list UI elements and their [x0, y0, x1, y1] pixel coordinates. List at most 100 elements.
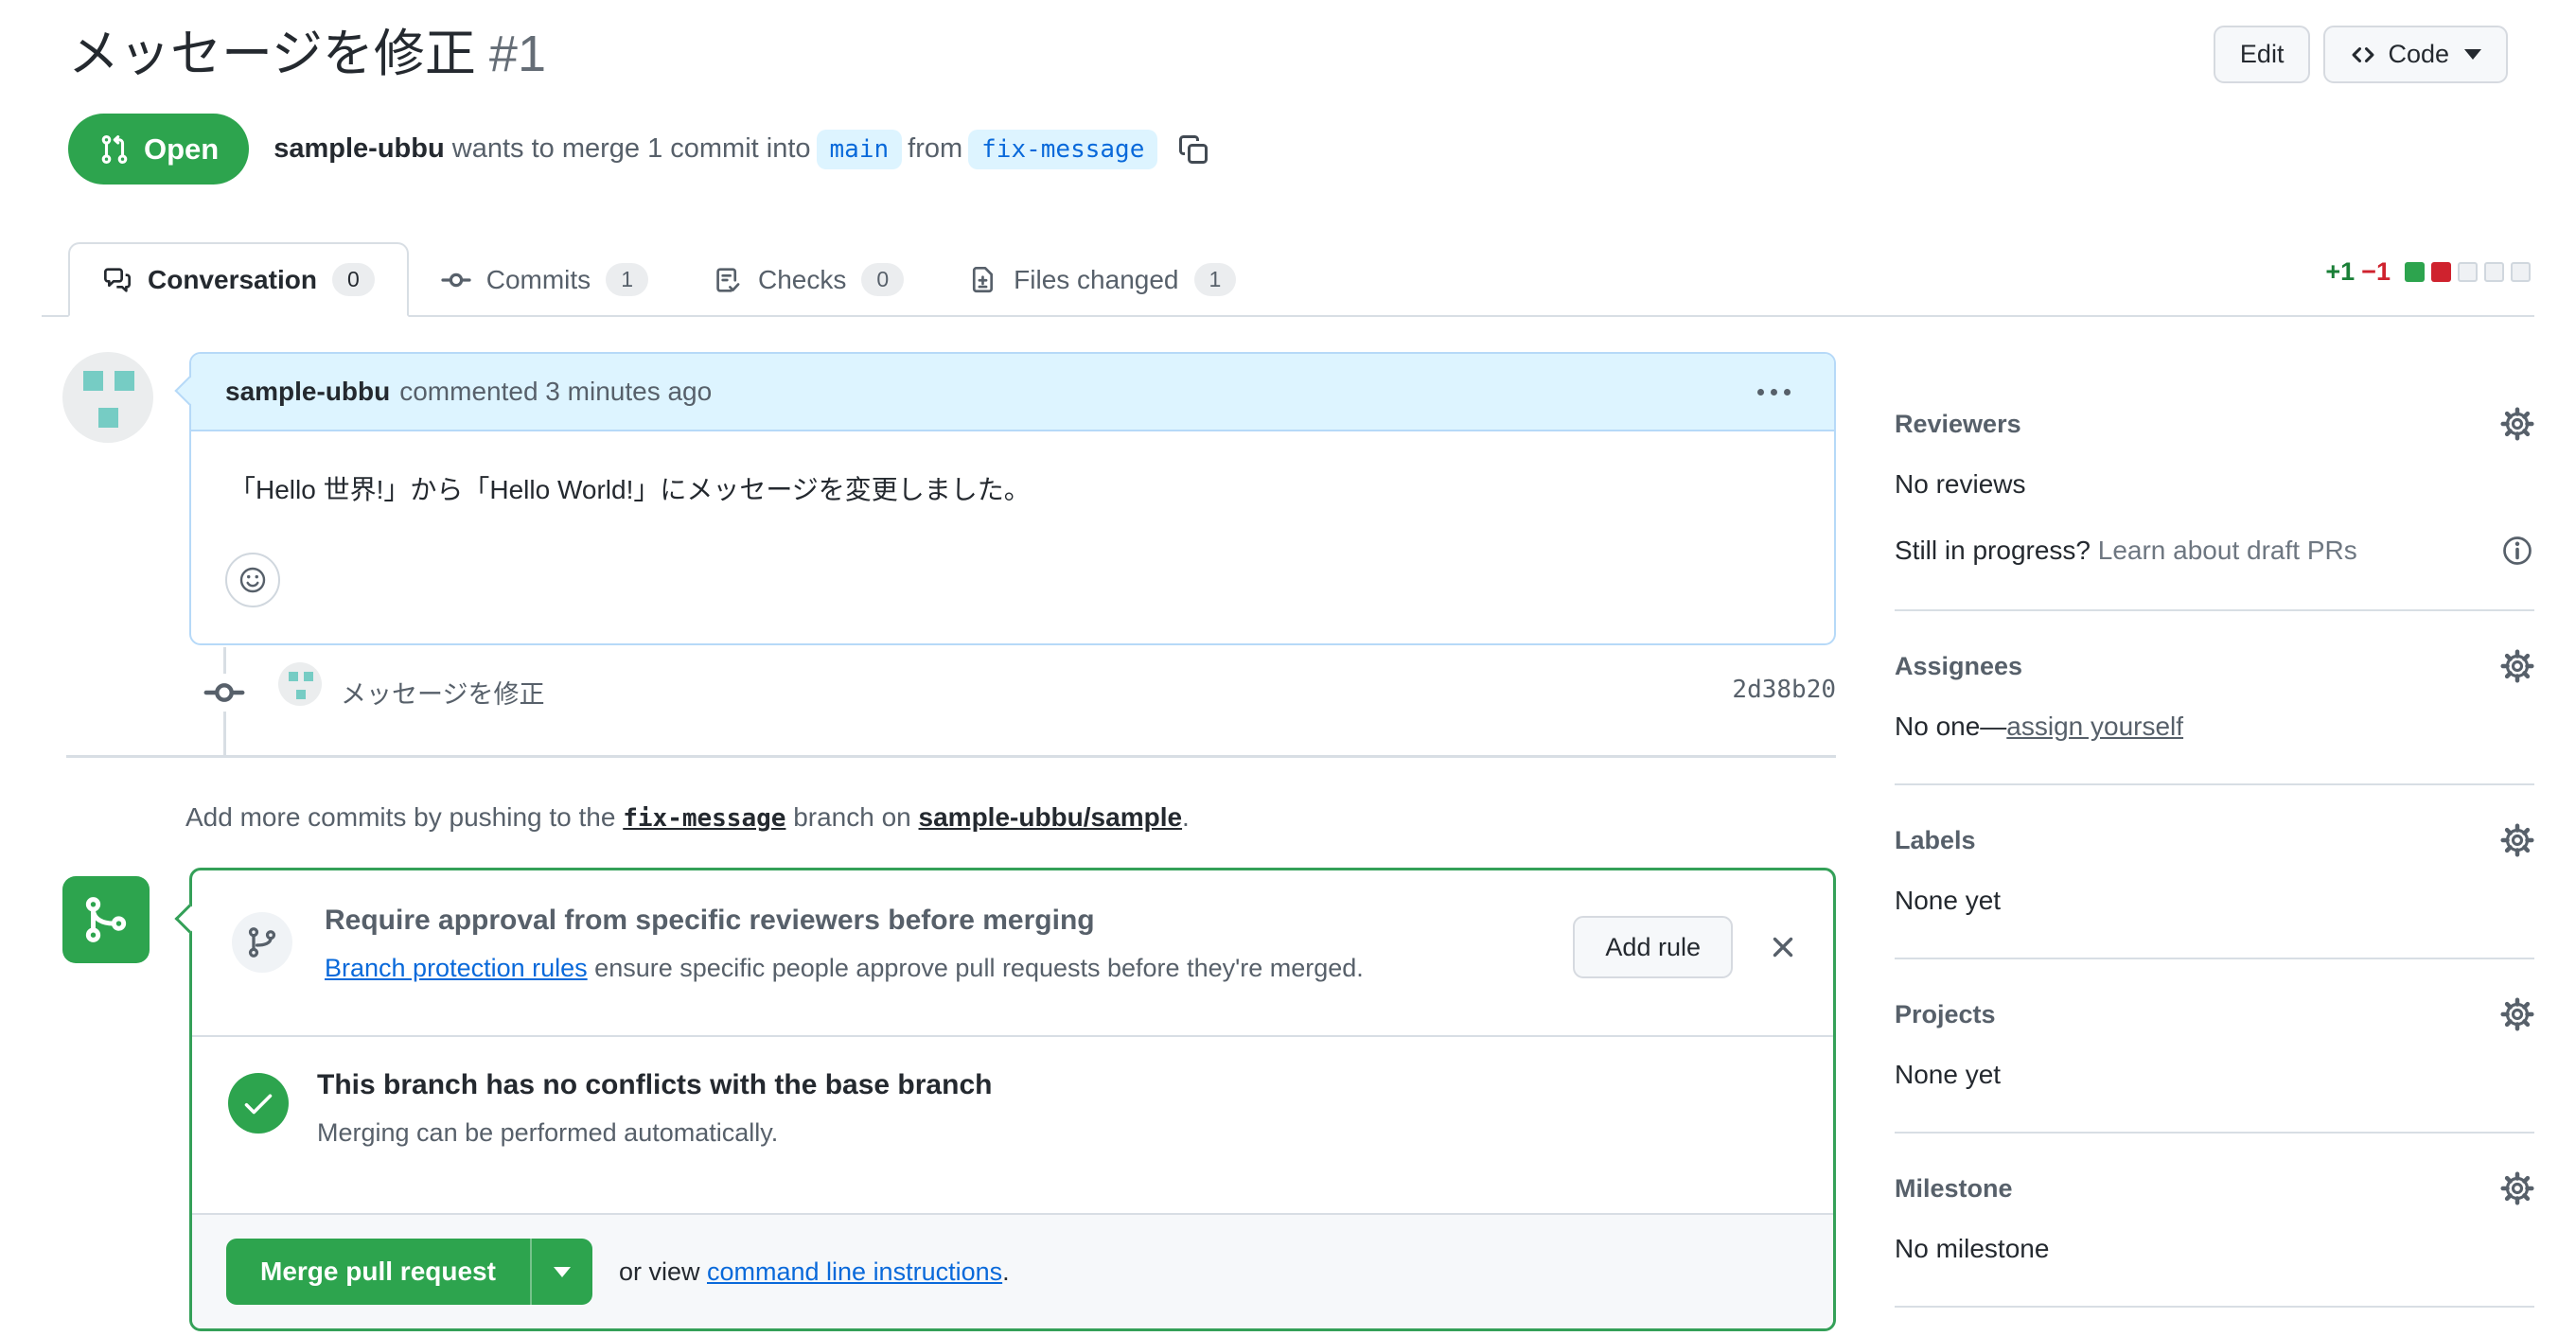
push-note-branch-link[interactable]: fix-message [623, 804, 785, 833]
avatar[interactable] [62, 352, 153, 443]
assignees-header[interactable]: Assignees [1895, 649, 2534, 683]
reviewers-value: No reviews [1895, 469, 2026, 499]
labels-header[interactable]: Labels [1895, 823, 2534, 857]
avatar-pixel [98, 408, 118, 428]
draft-pr-text: Still in progress? Learn about draft PRs [1895, 536, 2357, 566]
edit-button-label: Edit [2239, 40, 2285, 68]
comment-body: 「Hello 世界!」から「Hello World!」にメッセージを変更しました… [191, 431, 1834, 645]
tab-count: 1 [1193, 263, 1237, 296]
merge-options-button[interactable] [529, 1239, 592, 1305]
branch-protection-rules-link[interactable]: Branch protection rules [325, 954, 588, 982]
tab-count: 0 [331, 263, 375, 296]
sidebar-section-projects: Projects None yet [1895, 959, 2534, 1134]
mergeability-row: This branch has no conflicts with the ba… [192, 1037, 1833, 1215]
deletions-count: −1 [2361, 257, 2391, 286]
push-note: Add more commits by pushing to the fix-m… [185, 802, 1190, 833]
tab-conversation[interactable]: Conversation 0 [68, 242, 409, 317]
tab-label: Files changed [1014, 264, 1179, 294]
merge-description-from: from [908, 133, 963, 164]
tab-files-changed[interactable]: Files changed 1 [936, 242, 1268, 317]
code-button[interactable]: Code [2323, 26, 2508, 83]
milestone-header[interactable]: Milestone [1895, 1171, 2534, 1205]
check-circle [228, 1073, 289, 1134]
projects-header[interactable]: Projects [1895, 997, 2534, 1031]
push-note-period: . [1182, 802, 1190, 832]
tab-label: Commits [485, 264, 591, 294]
section-title: Labels [1895, 825, 1976, 854]
tab-commits[interactable]: Commits 1 [409, 242, 680, 317]
diffstat[interactable]: +1 −1 [2325, 257, 2531, 287]
comment-box: sample-ubbu commented 3 minutes ago 「Hel… [174, 352, 1836, 645]
avatar-pixel [115, 371, 134, 391]
comment-discussion-icon [102, 265, 132, 295]
merge-split-button: Merge pull request [226, 1239, 592, 1305]
comment-meta: commented 3 minutes ago [399, 377, 713, 406]
base-branch-label[interactable]: main [816, 129, 903, 169]
branch-protection-actions: Add rule [1573, 916, 1799, 978]
pr-meta-row: Open sample-ubbu wants to merge 1 commit… [68, 114, 1210, 185]
gear-icon[interactable] [2500, 649, 2534, 683]
push-note-text: Add more commits by pushing to the [185, 802, 616, 832]
divider [66, 755, 1836, 758]
or-view-text: or view [618, 1257, 700, 1286]
chevron-down-icon [2464, 49, 2481, 60]
assign-yourself-link[interactable]: assign yourself [2006, 712, 2183, 741]
add-reaction-button[interactable] [225, 553, 280, 607]
mergeability-title: This branch has no conflicts with the ba… [317, 1069, 993, 1100]
branch-protection-row: Require approval from specific reviewers… [192, 870, 1833, 1037]
commit-sha-link[interactable]: 2d38b20 [1732, 676, 1836, 704]
sidebar-section-labels: Labels None yet [1895, 785, 2534, 959]
additions-count: +1 [2325, 257, 2355, 286]
gear-icon[interactable] [2500, 823, 2534, 857]
pr-author-link[interactable]: sample-ubbu [273, 133, 444, 165]
kebab-menu-icon[interactable] [1748, 379, 1800, 405]
gear-icon[interactable] [2500, 1171, 2534, 1205]
commit-avatar[interactable] [278, 662, 322, 706]
mergeability-texts: This branch has no conflicts with the ba… [317, 1069, 992, 1148]
comment-author-link[interactable]: sample-ubbu [225, 377, 390, 407]
page-title: メッセージを修正 #1 [68, 11, 546, 86]
avatar-pixel [296, 690, 306, 699]
section-title: Assignees [1895, 651, 2023, 680]
add-rule-button[interactable]: Add rule [1573, 916, 1733, 978]
milestone-value: No milestone [1895, 1234, 2050, 1263]
branch-protection-title: Require approval from specific reviewers… [325, 905, 1095, 936]
push-note-repo-link[interactable]: sample-ubbu/sample [919, 802, 1183, 832]
copy-branch-button[interactable] [1176, 132, 1210, 167]
pr-title-text: メッセージを修正 [68, 26, 476, 82]
dismiss-button[interactable] [1767, 931, 1799, 963]
diffstat-block-empty [2511, 262, 2531, 282]
command-line-instructions-link[interactable]: command line instructions [707, 1257, 1002, 1286]
smiley-icon [238, 565, 268, 595]
cli-instructions-text: or view command line instructions. [619, 1257, 1010, 1287]
sidebar-section-development: Development [1895, 1308, 2534, 1336]
edit-button[interactable]: Edit [2213, 26, 2311, 83]
reviewers-header[interactable]: Reviewers [1895, 407, 2534, 441]
code-button-label: Code [2388, 40, 2449, 68]
header-actions: Edit Code [2213, 26, 2508, 83]
commit-message-link[interactable]: メッセージを修正 [341, 674, 544, 711]
learn-draft-prs-link[interactable]: Learn about draft PRs [2098, 536, 2357, 565]
info-icon[interactable] [2500, 534, 2534, 568]
tab-checks[interactable]: Checks 0 [680, 242, 936, 317]
checklist-icon [713, 265, 743, 295]
cli-period: . [1002, 1257, 1010, 1286]
merge-pull-request-button[interactable]: Merge pull request [226, 1239, 530, 1305]
diffstat-block-empty [2484, 262, 2504, 282]
section-title: Reviewers [1895, 409, 2021, 438]
git-commit-icon [191, 674, 257, 712]
labels-value: None yet [1895, 886, 2002, 915]
sidebar: Reviewers No reviews Still in progress? … [1895, 377, 2534, 1336]
head-branch-label[interactable]: fix-message [968, 129, 1158, 169]
sidebar-section-assignees: Assignees No one—assign yourself [1895, 611, 2534, 785]
comment-text: 「Hello 世界!」から「Hello World!」にメッセージを変更しました… [229, 475, 1031, 504]
push-note-text: branch on [793, 802, 911, 832]
gear-icon[interactable] [2500, 407, 2534, 441]
still-in-progress-text: Still in progress? [1895, 536, 2091, 565]
merge-footer: Merge pull request or view command line … [192, 1213, 1833, 1328]
diffstat-block-addition [2405, 262, 2425, 282]
tab-count: 1 [606, 263, 648, 296]
git-merge-icon [80, 894, 132, 945]
gear-icon[interactable] [2500, 997, 2534, 1031]
close-icon [1767, 931, 1799, 963]
